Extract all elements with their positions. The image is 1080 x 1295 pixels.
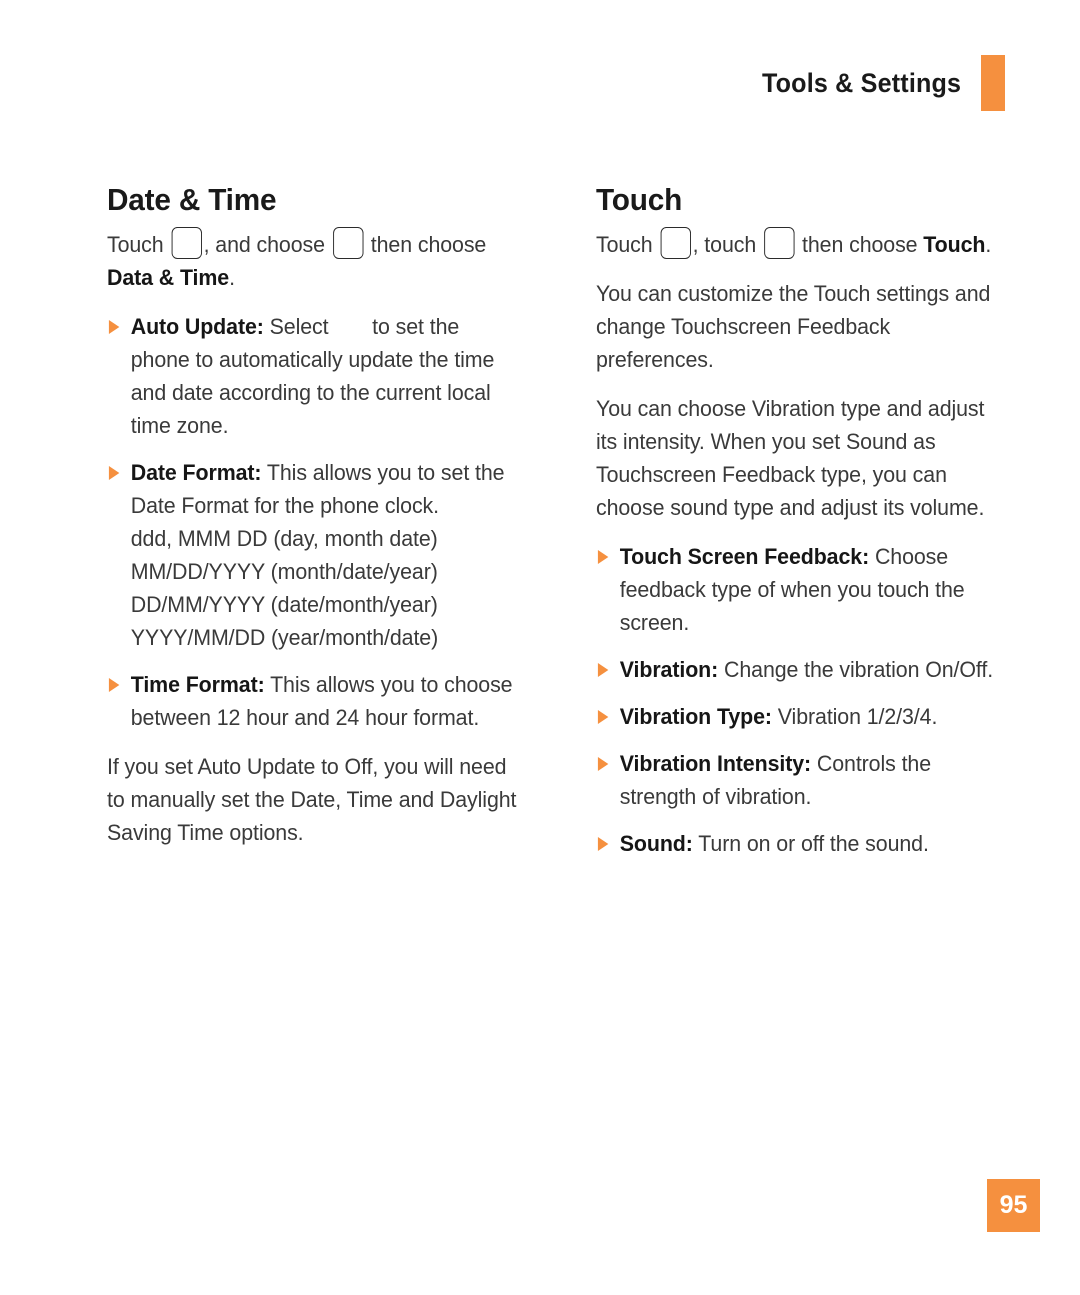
date-time-bullet-list: Auto Update: Select to set the phone to a… <box>107 310 539 734</box>
bullet-text-vibration: Change the vibration On/Off. <box>724 657 994 683</box>
triangle-bullet-icon <box>597 757 609 772</box>
date-format-option: DD/MM/YYYY (date/month/year) <box>130 592 438 618</box>
page-running-header: Tools & Settings <box>747 55 1005 111</box>
triangle-bullet-icon <box>108 466 120 481</box>
bullet-touch-screen-feedback: Touch Screen Feedback: Choose feedback t… <box>596 540 1006 639</box>
touch-paragraph-2: You can choose Vibration type and adjust… <box>596 396 985 521</box>
section-heading-touch: Touch <box>596 182 683 217</box>
bullet-time-format: Time Format: This allows you to choose b… <box>107 668 517 734</box>
triangle-bullet-icon <box>597 663 609 678</box>
column-touch: Touch Touch , touch then choose Touch. Y… <box>596 182 1028 876</box>
intro-period: . <box>229 265 235 291</box>
bullet-vibration-type: Vibration Type: Vibration 1/2/3/4. <box>596 700 1006 733</box>
bullet-label-date-format: Date Format: <box>130 460 262 486</box>
bullet-label-vibration-intensity: Vibration Intensity: <box>619 751 812 777</box>
date-time-closing-paragraph: If you set Auto Update to Off, you will … <box>107 754 517 846</box>
bullet-label-sound: Sound: <box>619 831 693 857</box>
intro-bold-target: Touch <box>923 232 986 258</box>
section-heading-date-time: Date & Time <box>107 182 277 217</box>
bullet-auto-update: Auto Update: Select to set the phone to a… <box>107 310 517 442</box>
intro-text-part3: then choose <box>802 232 918 258</box>
triangle-bullet-icon <box>597 837 609 852</box>
settings-gear-icon <box>332 227 364 260</box>
intro-bold-target: Data & Time <box>107 265 230 291</box>
running-header-title: Tools & Settings <box>761 67 961 98</box>
page-number-badge: 95 <box>987 1179 1040 1232</box>
bullet-date-format: Date Format: This allows you to set the … <box>107 456 517 654</box>
bullet-label-touch-screen-feedback: Touch Screen Feedback: <box>619 544 870 570</box>
touch-bullet-list: Touch Screen Feedback: Choose feedback t… <box>596 540 1028 860</box>
bullet-vibration: Vibration: Change the vibration On/Off. <box>596 653 1006 686</box>
intro-period: . <box>985 232 992 258</box>
intro-text-part1: Touch <box>107 232 164 258</box>
settings-gear-icon <box>763 227 795 260</box>
bullet-label-vibration-type: Vibration Type: <box>619 704 772 730</box>
bullet-text-vibration-type: Vibration 1/2/3/4. <box>777 704 938 730</box>
bullet-label-auto-update: Auto Update: <box>130 314 264 340</box>
triangle-bullet-icon <box>108 678 120 693</box>
bullet-vibration-intensity: Vibration Intensity: Controls the streng… <box>596 747 1006 813</box>
checkbox-on-icon <box>328 317 372 339</box>
bullet-label-vibration: Vibration: <box>619 657 719 683</box>
column-date-and-time: Date & Time Touch , and choose then choo… <box>107 182 539 876</box>
bullet-text-before-icon: Select <box>269 314 329 340</box>
intro-text-part2: , and choose <box>203 232 325 258</box>
date-format-option: YYYY/MM/DD (year/month/date) <box>130 625 439 651</box>
date-format-option: ddd, MMM DD (day, month date) <box>130 526 438 552</box>
menu-key-icon <box>660 227 691 260</box>
touch-paragraph-1: You can customize the Touch settings and… <box>596 281 991 373</box>
bullet-label-time-format: Time Format: <box>130 672 265 698</box>
triangle-bullet-icon <box>597 710 609 725</box>
triangle-bullet-icon <box>108 320 120 335</box>
intro-text-part2: , touch <box>692 232 757 258</box>
date-format-option: MM/DD/YYYY (month/date/year) <box>130 559 438 585</box>
date-time-intro-paragraph: Touch , and choose then choose Data & Ti… <box>107 227 517 294</box>
menu-key-icon <box>171 227 202 260</box>
manual-page: { "header": { "title": "Tools & Settings… <box>0 0 1080 1295</box>
bullet-text-sound: Turn on or off the sound. <box>698 831 929 857</box>
page-body: Date & Time Touch , and choose then choo… <box>107 182 1007 876</box>
triangle-bullet-icon <box>597 550 609 565</box>
intro-text-part3: then choose <box>370 232 487 258</box>
intro-text-part1: Touch <box>596 232 653 258</box>
bullet-sound: Sound: Turn on or off the sound. <box>596 827 1006 860</box>
header-accent-bar <box>981 55 1005 111</box>
touch-intro-paragraph: Touch , touch then choose Touch. <box>596 227 1006 261</box>
